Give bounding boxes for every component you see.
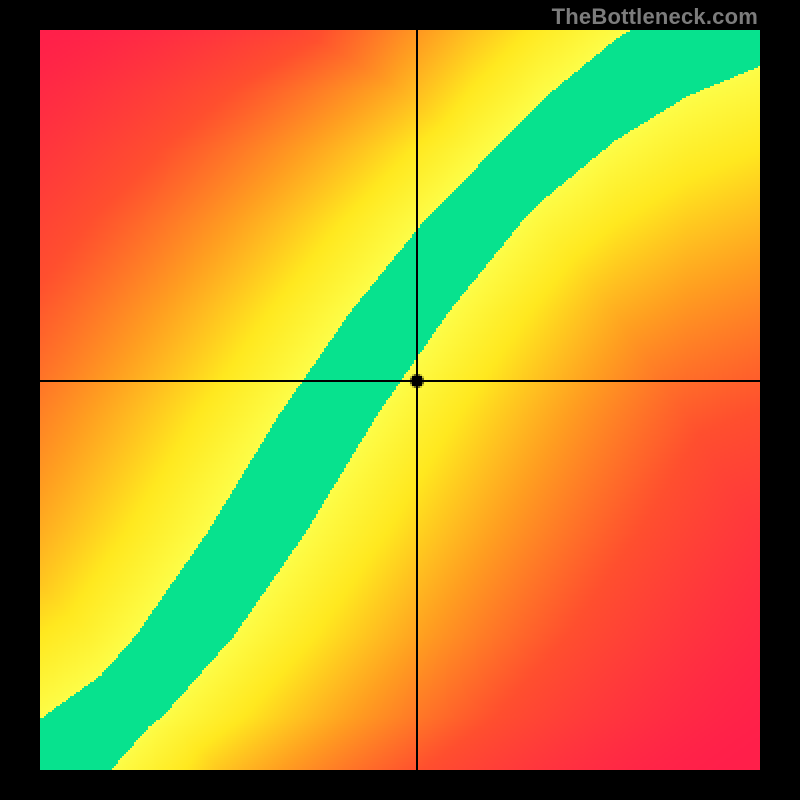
bottleneck-heatmap	[40, 30, 760, 770]
plot-area	[40, 30, 760, 770]
watermark-label: TheBottleneck.com	[552, 4, 758, 30]
chart-frame: TheBottleneck.com	[0, 0, 800, 800]
